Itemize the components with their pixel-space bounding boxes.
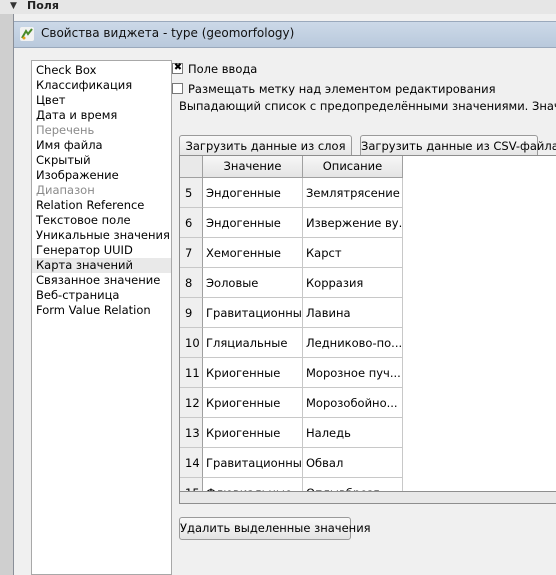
widget-type-item[interactable]: Карта значений	[32, 258, 171, 273]
widget-type-list[interactable]: Check Box Классификация Цвет Дата и время Пе…	[31, 60, 172, 575]
row-number[interactable]: 5	[180, 178, 203, 208]
value-cell[interactable]: Криогенные	[203, 418, 303, 448]
row-number[interactable]: 10	[180, 328, 203, 358]
value-cell[interactable]: Гравитационные	[203, 448, 303, 478]
dialog-title: Свойства виджета - type (geomorfology)	[41, 26, 295, 40]
row-number[interactable]: 8	[180, 268, 203, 298]
description-cell[interactable]: Оплывбрезг...	[303, 478, 403, 491]
table-horizontal-scrollbar[interactable]	[179, 492, 556, 504]
row-number[interactable]: 12	[180, 388, 203, 418]
table-row[interactable]: 15ФлювиальныеОплывбрезг...	[180, 478, 403, 491]
widget-type-item[interactable]: Текстовое поле	[36, 213, 131, 228]
row-number[interactable]: 11	[180, 358, 203, 388]
table-row[interactable]: 9 Гравитационные Лавина	[180, 298, 403, 328]
dialog-titlebar[interactable]: Свойства виджета - type (geomorfology)	[14, 21, 556, 48]
description-cell[interactable]: Наледь	[303, 418, 403, 448]
table-row[interactable]: 6 Эндогенные Извержение ву...	[180, 208, 403, 238]
label-on-top-checkbox[interactable]	[172, 83, 183, 94]
widget-type-item[interactable]: Веб-страница	[36, 288, 119, 303]
widget-type-item[interactable]: Form Value Relation	[36, 303, 151, 318]
description-cell[interactable]: Морозное пуч...	[303, 358, 403, 388]
value-cell[interactable]: Гляциальные	[203, 328, 303, 358]
label-on-top-label: Размещать метку над элементом редактиров…	[188, 82, 496, 96]
table-row[interactable]: 12 Криогенные Морозобойно...	[180, 388, 403, 418]
table-row[interactable]: 13 Криогенные Наледь	[180, 418, 403, 448]
description-cell[interactable]: Обвал	[303, 448, 403, 478]
row-number[interactable]: 14	[180, 448, 203, 478]
widget-description: Выпадающий список с предопределёнными зн…	[179, 99, 556, 113]
description-cell[interactable]: Лавина	[303, 298, 403, 328]
column-header-description[interactable]: Описание	[303, 156, 403, 178]
description-cell[interactable]: Карст	[303, 238, 403, 268]
row-number[interactable]: 13	[180, 418, 203, 448]
table-row[interactable]: 5 Эндогенные Землятрясение	[180, 178, 403, 208]
value-cell[interactable]: Хемогенные	[203, 238, 303, 268]
widget-type-item[interactable]: Relation Reference	[36, 198, 144, 213]
editable-checkbox[interactable]	[172, 61, 183, 75]
widget-type-item[interactable]: Диапазон	[36, 183, 95, 198]
editable-label: Поле ввода	[188, 62, 258, 76]
section-title: Поля	[27, 0, 59, 12]
qgis-app-icon	[20, 27, 34, 41]
widget-type-item[interactable]: Генератор UUID	[36, 243, 133, 258]
widget-type-item[interactable]: Изображение	[36, 168, 119, 183]
table-corner-button[interactable]	[180, 156, 203, 178]
value-cell[interactable]: Криогенные	[203, 358, 303, 388]
collapse-arrow-icon[interactable]: ▼	[10, 0, 17, 13]
row-number[interactable]: 6	[180, 208, 203, 238]
value-cell[interactable]: Эндогенные	[203, 208, 303, 238]
column-header-value[interactable]: Значение	[203, 156, 303, 178]
table-row[interactable]: 11 Криогенные Морозное пуч...	[180, 358, 403, 388]
widget-type-item[interactable]: Уникальные значения	[36, 228, 170, 243]
widget-type-item[interactable]: Check Box	[36, 63, 96, 78]
widget-type-item[interactable]: Классификация	[36, 78, 132, 93]
value-map-table[interactable]: Значение Описание 5 Эндогенные Землятрясен…	[179, 155, 556, 492]
table-row[interactable]: 10 Гляциальные Ледниково-по...	[180, 328, 403, 358]
description-cell[interactable]: Извержение ву...	[303, 208, 403, 238]
widget-type-item[interactable]: Дата и время	[36, 108, 117, 123]
table-row[interactable]: 8 Эоловые Корразия	[180, 268, 403, 298]
value-cell[interactable]: Криогенные	[203, 388, 303, 418]
description-cell[interactable]: Ледниково-по...	[303, 328, 403, 358]
row-number[interactable]: 9	[180, 298, 203, 328]
widget-type-item[interactable]: Скрытый	[36, 153, 91, 168]
value-cell[interactable]: Гравитационные	[203, 298, 303, 328]
value-cell[interactable]: Эндогенные	[203, 178, 303, 208]
description-cell[interactable]: Землятрясение	[303, 178, 403, 208]
widget-type-item[interactable]: Имя файла	[36, 138, 103, 153]
fields-section-header[interactable]: ▼ Поля	[0, 0, 556, 15]
widget-type-item[interactable]: Связанное значение	[36, 273, 160, 288]
remove-selected-button[interactable]: Удалить выделенные значения	[179, 517, 371, 540]
value-cell[interactable]: Эоловые	[203, 268, 303, 298]
row-number[interactable]: 7	[180, 238, 203, 268]
value-cell[interactable]: Флювиальные	[203, 478, 303, 491]
description-cell[interactable]: Морозобойно...	[303, 388, 403, 418]
table-row[interactable]: 7 Хемогенные Карст	[180, 238, 403, 268]
row-number[interactable]: 15	[180, 478, 203, 491]
left-gutter	[0, 14, 13, 575]
widget-type-item[interactable]: Перечень	[36, 123, 94, 138]
widget-type-item[interactable]: Цвет	[36, 93, 65, 108]
table-row[interactable]: 14 Гравитационные Обвал	[180, 448, 403, 478]
description-cell[interactable]: Корразия	[303, 268, 403, 298]
